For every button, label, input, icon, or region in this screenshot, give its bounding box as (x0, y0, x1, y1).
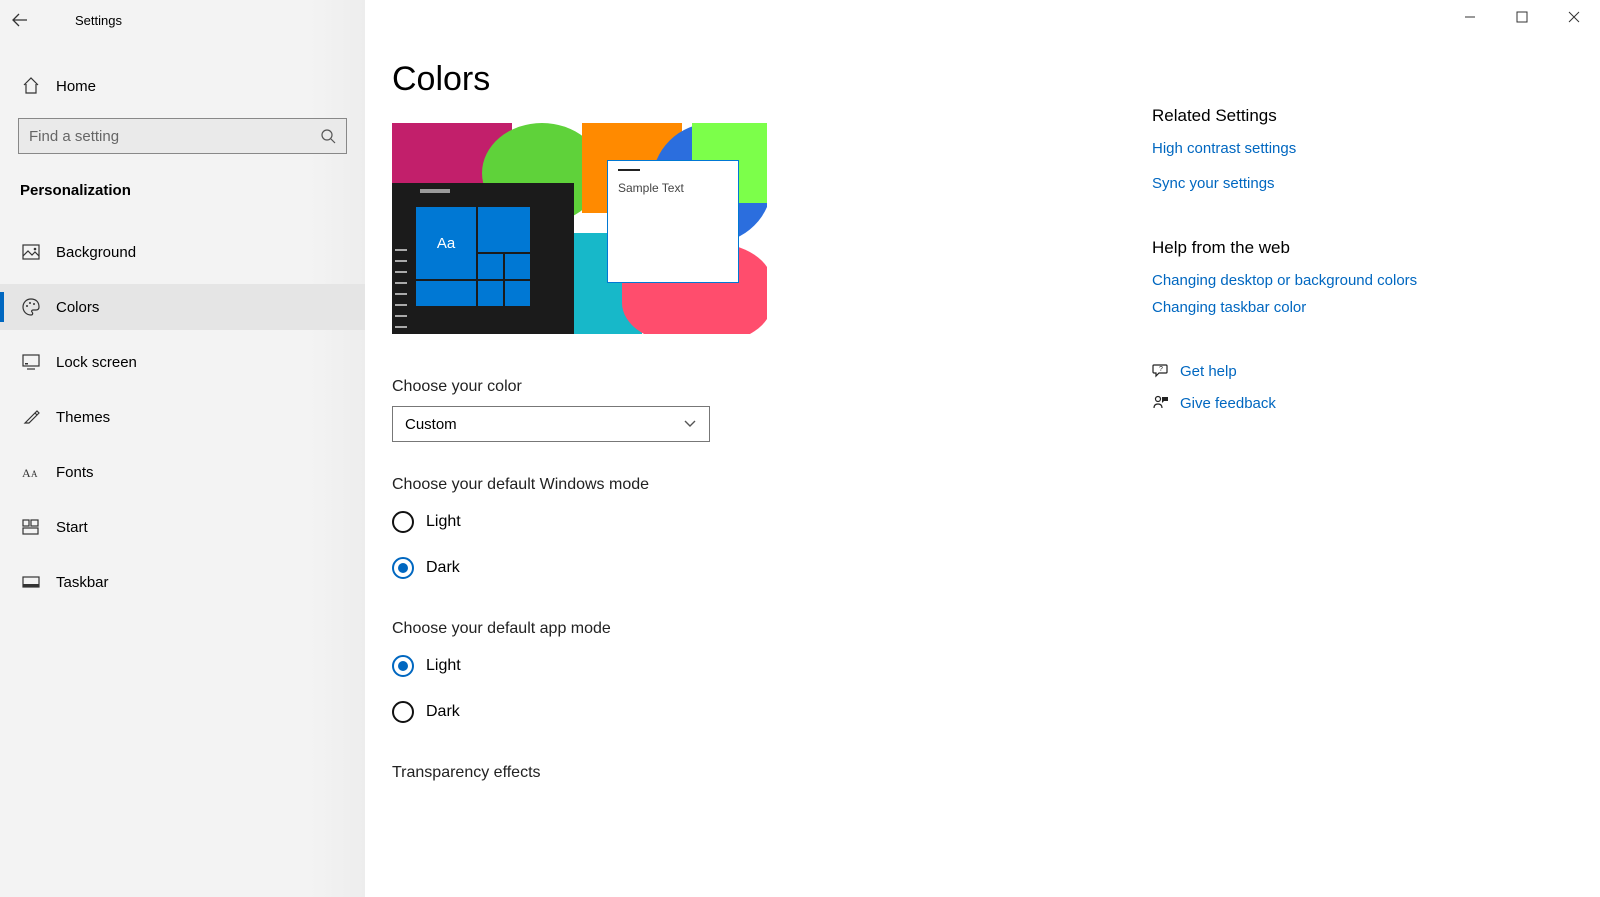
transparency-label: Transparency effects (392, 764, 1132, 782)
help-web-title: Help from the web (1152, 238, 1442, 258)
windows-mode-light-radio[interactable]: Light (392, 504, 1132, 540)
help-link-desktop-colors[interactable]: Changing desktop or background colors (1152, 272, 1442, 289)
related-settings-title: Related Settings (1152, 106, 1442, 126)
sidebar-item-label: Taskbar (42, 574, 109, 591)
taskbar-icon (20, 576, 42, 588)
palette-icon (20, 298, 42, 316)
radio-label: Light (414, 513, 461, 531)
sample-text: Sample Text (618, 181, 728, 195)
help-link-taskbar-color[interactable]: Changing taskbar color (1152, 299, 1442, 316)
close-button[interactable] (1548, 0, 1600, 34)
search-box[interactable] (18, 118, 347, 154)
titlebar: Settings (0, 0, 365, 40)
sidebar-item-label: Lock screen (42, 354, 137, 371)
sidebar-item-label: Background (42, 244, 136, 261)
preview-sample-window: Sample Text (607, 160, 739, 283)
sidebar-item-taskbar[interactable]: Taskbar (0, 559, 365, 605)
color-mode-value: Custom (405, 416, 457, 433)
windows-mode-dark-radio[interactable]: Dark (392, 550, 1132, 586)
maximize-icon (1516, 11, 1528, 23)
back-button[interactable] (0, 0, 40, 40)
arrow-left-icon (12, 12, 28, 28)
tiles-icon (20, 519, 42, 535)
main: Colors Sample Text (365, 0, 1600, 897)
get-help-link[interactable]: Get help (1180, 363, 1237, 380)
choose-color-label: Choose your color (392, 378, 1132, 396)
home-icon (20, 77, 42, 95)
windows-mode-label: Choose your default Windows mode (392, 476, 1132, 494)
radio-label: Dark (414, 559, 460, 577)
home-button[interactable]: Home (0, 62, 365, 110)
window-controls (1444, 0, 1600, 34)
give-feedback-link[interactable]: Give feedback (1180, 395, 1276, 412)
minimize-button[interactable] (1444, 0, 1496, 34)
chat-help-icon: ? (1152, 362, 1180, 380)
picture-icon (20, 244, 42, 260)
sidebar-item-start[interactable]: Start (0, 504, 365, 550)
sidebar-item-themes[interactable]: Themes (0, 394, 365, 440)
page-title: Colors (392, 60, 1132, 99)
maximize-button[interactable] (1496, 0, 1548, 34)
preview-start-menu: Aa (392, 183, 574, 334)
search-wrap (0, 110, 365, 154)
app-mode-label: Choose your default app mode (392, 620, 1132, 638)
sidebar-item-label: Themes (42, 409, 110, 426)
color-mode-select[interactable]: Custom (392, 406, 710, 442)
svg-text:?: ? (1159, 366, 1163, 373)
sidebar-item-label: Start (42, 519, 88, 536)
section-title: Personalization (0, 154, 365, 199)
app-mode-dark-radio[interactable]: Dark (392, 694, 1132, 730)
svg-text:A: A (31, 469, 38, 479)
sidebar-item-colors[interactable]: Colors (0, 284, 365, 330)
radio-label: Dark (414, 703, 460, 721)
svg-text:A: A (22, 466, 31, 480)
font-icon: AA (20, 464, 42, 480)
high-contrast-link[interactable]: High contrast settings (1152, 140, 1442, 157)
sidebar-item-label: Fonts (42, 464, 94, 481)
radio-label: Light (414, 657, 461, 675)
color-preview: Sample Text Aa (392, 123, 767, 334)
preview-tile-aa: Aa (416, 207, 476, 279)
app-title: Settings (40, 13, 122, 28)
paint-icon (20, 408, 42, 426)
app-mode-light-radio[interactable]: Light (392, 648, 1132, 684)
close-icon (1568, 11, 1580, 23)
monitor-icon (20, 354, 42, 370)
home-label: Home (42, 78, 96, 95)
sidebar-item-fonts[interactable]: AA Fonts (0, 449, 365, 495)
sidebar-item-background[interactable]: Background (0, 229, 365, 275)
sidebar: Settings Home Personalization Background… (0, 0, 365, 897)
feedback-icon (1152, 394, 1180, 412)
sidebar-item-lock-screen[interactable]: Lock screen (0, 339, 365, 385)
nav: Background Colors Lock screen Themes AA … (0, 229, 365, 614)
chevron-down-icon (683, 419, 697, 429)
sidebar-item-label: Colors (42, 299, 99, 316)
search-input[interactable] (29, 128, 320, 145)
search-icon (320, 128, 336, 144)
sync-settings-link[interactable]: Sync your settings (1152, 175, 1442, 192)
minimize-icon (1464, 11, 1476, 23)
